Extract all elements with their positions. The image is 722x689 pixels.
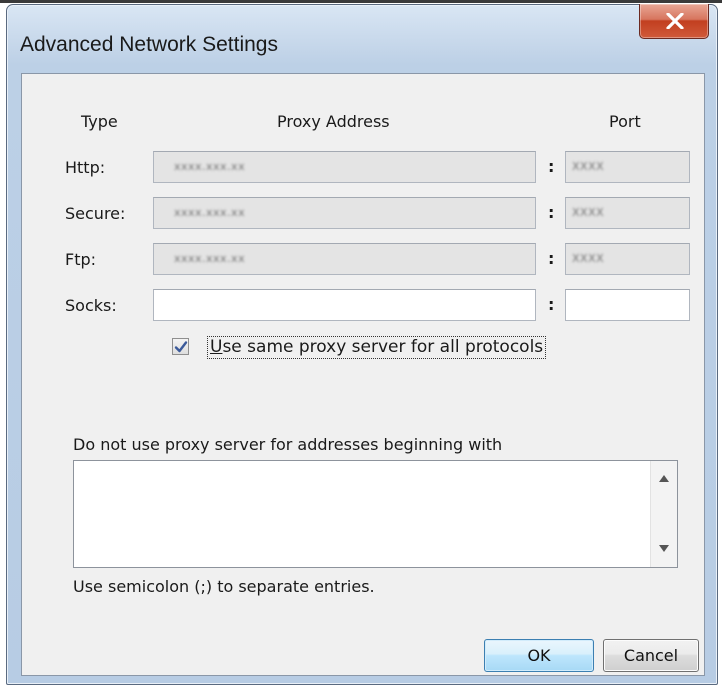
checkmark-icon <box>174 341 188 353</box>
http-label: Http: <box>65 158 106 177</box>
ok-button[interactable]: OK <box>484 639 594 672</box>
ftp-port-field[interactable]: XXXX <box>565 243 690 275</box>
ftp-separator: : <box>548 249 555 268</box>
http-address-field[interactable]: xxxx.xxx.xx <box>153 151 536 183</box>
same-proxy-checkbox[interactable] <box>172 338 189 355</box>
scroll-down-arrow-icon[interactable] <box>659 545 669 552</box>
secure-port-field[interactable]: XXXX <box>565 197 690 229</box>
secure-address-field[interactable]: xxxx.xxx.xx <box>153 197 536 229</box>
socks-address-field[interactable] <box>153 289 536 321</box>
header-type: Type <box>81 112 118 131</box>
close-button[interactable] <box>639 4 709 39</box>
ftp-label: Ftp: <box>65 250 97 269</box>
socks-separator: : <box>548 295 555 314</box>
screen-edge <box>0 0 722 3</box>
exceptions-textarea[interactable] <box>73 460 678 568</box>
header-port: Port <box>609 112 641 131</box>
exceptions-scrollbar[interactable] <box>650 461 677 567</box>
secure-label: Secure: <box>65 204 126 223</box>
exceptions-hint: Use semicolon (;) to separate entries. <box>73 577 375 596</box>
dialog-window: Advanced Network Settings Type Proxy Add… <box>6 4 718 685</box>
close-icon <box>666 13 684 29</box>
same-proxy-label[interactable]: Use same proxy server for all protocols <box>207 336 547 359</box>
socks-label: Socks: <box>65 296 117 315</box>
socks-port-field[interactable] <box>565 289 690 321</box>
cancel-button[interactable]: Cancel <box>603 639 699 672</box>
secure-separator: : <box>548 203 555 222</box>
header-proxy-address: Proxy Address <box>277 112 390 131</box>
http-port-field[interactable]: XXXX <box>565 151 690 183</box>
ftp-address-field[interactable]: xxxx.xxx.xx <box>153 243 536 275</box>
dialog-content: Type Proxy Address Port Http: xxxx.xxx.x… <box>21 73 705 676</box>
scroll-up-arrow-icon[interactable] <box>659 475 669 482</box>
http-separator: : <box>548 157 555 176</box>
exceptions-label: Do not use proxy server for addresses be… <box>73 435 503 454</box>
window-title: Advanced Network Settings <box>20 33 278 56</box>
